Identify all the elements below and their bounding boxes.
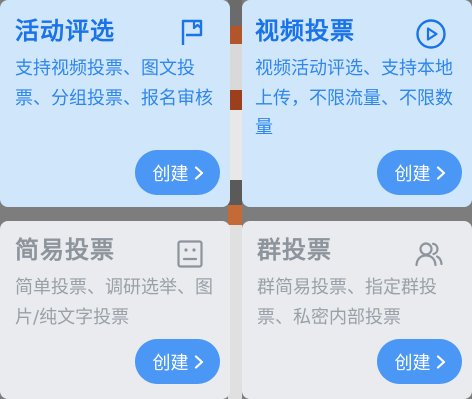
create-button-label: 创建: [152, 352, 189, 374]
create-button-label: 创建: [394, 163, 431, 185]
chevron-right-icon: [436, 354, 445, 369]
create-button-label: 创建: [152, 163, 189, 185]
play-circle-icon: [416, 19, 446, 49]
chevron-right-icon: [436, 165, 445, 180]
card-simple-vote[interactable]: 简易投票 简单投票、调研选举、图片/纯文字投票 创建: [0, 221, 230, 399]
users-icon: [415, 242, 443, 267]
card-video-vote[interactable]: 视频投票 视频活动评选、支持本地上传，不限流量、不限数量 创建: [242, 0, 472, 207]
card-group-vote[interactable]: 群投票 群简易投票、指定群投票、私密内部投票 创建: [242, 221, 472, 399]
background-page: [228, 0, 242, 399]
chevron-right-icon: [194, 354, 203, 369]
create-button[interactable]: 创建: [377, 150, 462, 195]
create-button[interactable]: 创建: [135, 339, 220, 384]
chevron-right-icon: [194, 165, 203, 180]
card-title: 活动评选: [15, 17, 115, 45]
card-title: 群投票: [257, 236, 332, 264]
create-button[interactable]: 创建: [377, 339, 462, 384]
card-title: 简易投票: [15, 236, 115, 264]
card-description: 群简易投票、指定群投票、私密内部投票: [257, 277, 437, 328]
card-description: 视频活动评选、支持本地上传，不限流量、不限数量: [255, 58, 453, 138]
card-activity-selection[interactable]: 活动评选 支持视频投票、图文投票、分组投票、报名审核 创建: [0, 0, 230, 207]
form-icon: [177, 240, 203, 268]
create-button-label: 创建: [394, 352, 431, 374]
card-description: 简单投票、调研选举、图片/纯文字投票: [15, 277, 213, 328]
card-description: 支持视频投票、图文投票、分组投票、报名审核: [15, 58, 213, 109]
card-title: 视频投票: [255, 17, 355, 45]
flag-icon: [181, 19, 203, 45]
create-button[interactable]: 创建: [135, 150, 220, 195]
